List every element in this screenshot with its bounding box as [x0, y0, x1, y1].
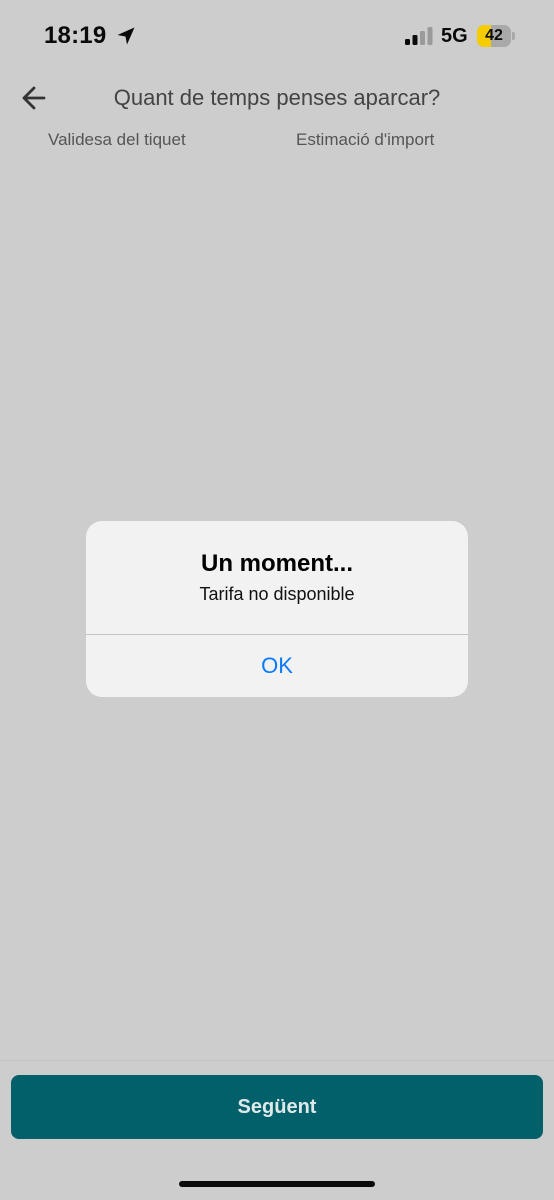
- battery-level: 42: [485, 27, 503, 44]
- footer-separator: [0, 1060, 554, 1061]
- home-indicator[interactable]: [179, 1181, 375, 1187]
- alert-dialog: Un moment... Tarifa no disponible OK: [86, 521, 468, 697]
- battery-tip: [512, 32, 515, 40]
- location-arrow-icon: [117, 27, 135, 45]
- ticket-validity-label: Validesa del tiquet: [48, 130, 186, 149]
- next-button[interactable]: Següent: [11, 1075, 543, 1139]
- back-button[interactable]: [14, 80, 54, 116]
- network-type: 5G: [441, 25, 468, 47]
- alert-ok-button[interactable]: OK: [86, 635, 468, 697]
- alert-message: Tarifa no disponible: [199, 584, 355, 604]
- amount-estimate-label: Estimació d'import: [296, 130, 435, 149]
- arrow-left-icon: [22, 86, 46, 110]
- page-title: Quant de temps penses aparcar?: [113, 85, 441, 110]
- battery-icon: 42: [477, 25, 517, 47]
- status-time: 18:19: [44, 22, 107, 49]
- cellular-signal-icon: [405, 27, 433, 45]
- status-bar: 18:19 5G 42: [0, 0, 554, 74]
- alert-title: Un moment...: [200, 550, 353, 577]
